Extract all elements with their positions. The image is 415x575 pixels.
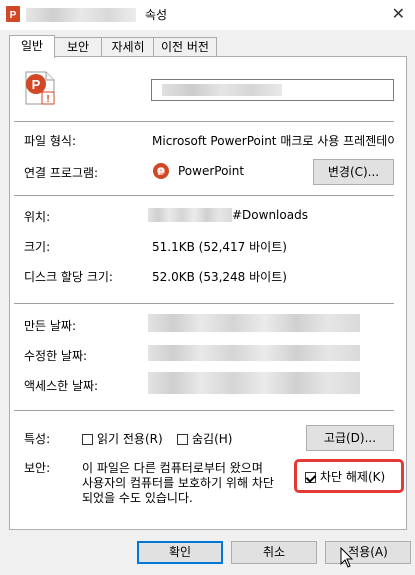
redacted-filename-value [162,84,282,96]
tab-previous-versions[interactable]: 이전 버전 [153,37,217,57]
divider [14,121,394,122]
opens-with-label: 연결 프로그램: [24,166,99,180]
modified-label: 수정한 날짜: [24,349,88,363]
ok-button[interactable]: 확인 [137,541,223,564]
svg-text:P: P [32,77,41,92]
divider [14,195,394,196]
window-title: 속성 [145,8,168,22]
size-on-disk-label: 디스크 할당 크기: [24,270,113,284]
close-icon[interactable]: ✕ [392,4,405,23]
cancel-button[interactable]: 취소 [231,541,317,564]
size-on-disk-value: 52.0KB (53,248 바이트) [152,270,287,284]
redacted-modified-date [148,345,360,361]
svg-text:P: P [10,10,17,21]
opens-with-value: PowerPoint [178,164,245,178]
unblock-highlight [294,459,404,493]
tab-security[interactable]: 보안 [53,37,103,57]
tab-details[interactable]: 자세히 [101,37,155,57]
change-button[interactable]: 변경(C)... [313,159,394,185]
powerpoint-icon: P [6,6,20,22]
powerpoint-app-icon: P [153,163,169,179]
created-label: 만든 날짜: [24,319,77,333]
svg-text:P: P [158,167,165,178]
redacted-path [148,208,232,222]
accessed-label: 액세스한 날짜: [24,379,99,393]
filename-input[interactable] [151,79,394,101]
readonly-label: 읽기 전용(R) [97,432,163,446]
tab-general[interactable]: 일반 [9,35,55,58]
powerpoint-file-icon: P ! [25,71,55,105]
security-label: 보안: [24,461,51,475]
svg-text:!: ! [46,94,49,105]
readonly-checkbox[interactable]: 읽기 전용(R) [82,430,163,447]
mouse-cursor-icon [340,547,354,568]
apply-button[interactable]: 적용(A) [325,541,411,564]
readonly-checkbox-box[interactable] [82,434,93,445]
size-label: 크기: [24,240,51,254]
divider [14,303,394,304]
location-label: 위치: [24,210,51,224]
hidden-label: 숨김(H) [192,432,233,446]
security-text-line-3: 되었을 수도 있습니다. [82,491,193,505]
advanced-button[interactable]: 고급(D)... [306,425,394,451]
file-type-label: 파일 형식: [24,134,77,148]
divider [14,410,394,411]
hidden-checkbox[interactable]: 숨김(H) [177,430,232,447]
redacted-accessed-date [148,372,360,394]
attributes-label: 특성: [24,432,51,446]
hidden-checkbox-box[interactable] [177,434,188,445]
redacted-created-date [148,314,360,332]
size-value: 51.1KB (52,417 바이트) [152,240,287,254]
title-bar: P 속성 ✕ [0,0,415,30]
location-value: #Downloads [232,208,308,222]
file-type-value: Microsoft PowerPoint 매크로 사용 프레젠테이 [152,134,394,148]
redacted-filename [26,8,136,22]
